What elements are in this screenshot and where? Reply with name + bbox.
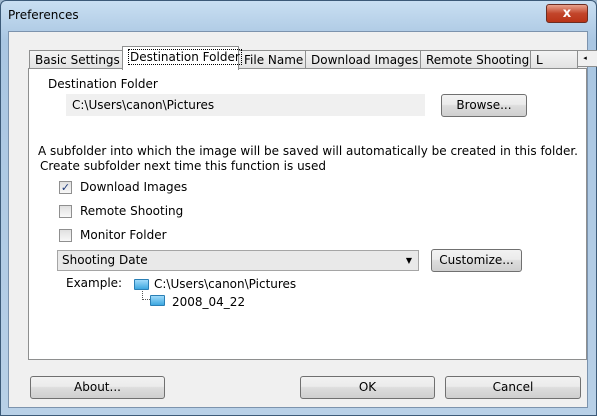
- monitor-folder-checkbox[interactable]: [59, 229, 72, 242]
- cancel-button[interactable]: Cancel: [445, 376, 581, 399]
- remote-shooting-label[interactable]: Remote Shooting: [80, 204, 183, 218]
- example-child-folder: 2008_04_22: [172, 295, 246, 309]
- tab-label: Basic Settings: [35, 53, 120, 67]
- tab-destination-folder[interactable]: Destination Folder: [122, 46, 242, 70]
- monitor-folder-label[interactable]: Monitor Folder: [80, 228, 167, 242]
- remote-shooting-checkbox[interactable]: [59, 205, 72, 218]
- subfolder-naming-select[interactable]: Shooting Date ▼: [57, 250, 419, 271]
- example-label: Example:: [66, 276, 123, 290]
- title-bar[interactable]: Preferences x: [1, 1, 596, 31]
- tab-label: File Name: [244, 53, 304, 67]
- dialog-client-area: Basic Settings Destination Folder File N…: [8, 31, 597, 408]
- chevron-down-icon: ▼: [405, 256, 412, 265]
- close-button[interactable]: x: [546, 4, 588, 23]
- tab-scroll-buttons: ◂▸: [577, 50, 597, 67]
- destination-path-field: C:\Users\canon\Pictures: [66, 94, 425, 116]
- example-parent-path: C:\Users\canon\Pictures: [154, 277, 297, 291]
- create-subfolder-label: Create subfolder next time this function…: [40, 159, 326, 173]
- close-icon: x: [562, 6, 572, 21]
- about-button[interactable]: About...: [30, 376, 165, 399]
- scroll-right-icon[interactable]: ▸: [592, 51, 597, 66]
- select-value: Shooting Date: [62, 253, 148, 267]
- tab-file-name[interactable]: File Name: [238, 50, 306, 69]
- browse-button[interactable]: Browse...: [441, 94, 527, 117]
- destination-folder-label: Destination Folder: [48, 77, 158, 91]
- scroll-left-icon[interactable]: ◂: [578, 51, 592, 66]
- ok-button[interactable]: OK: [300, 376, 435, 399]
- folder-icon: [134, 279, 149, 290]
- window-title: Preferences: [8, 8, 79, 22]
- download-images-label[interactable]: Download Images: [80, 180, 187, 194]
- folder-icon: [150, 295, 165, 306]
- tab-panel: Destination Folder C:\Users\canon\Pictur…: [28, 68, 587, 360]
- download-images-checkbox[interactable]: ✓: [59, 181, 72, 194]
- tab-remote-shooting[interactable]: Remote Shooting: [420, 50, 531, 69]
- tab-label: Remote Shooting: [426, 53, 530, 67]
- tab-download-images[interactable]: Download Images: [305, 50, 421, 69]
- tab-more[interactable]: L: [530, 50, 578, 69]
- tab-label: Download Images: [311, 53, 419, 67]
- tree-connector: [142, 291, 150, 300]
- preferences-window: Preferences x Basic Settings Destination…: [0, 0, 597, 416]
- subfolder-description: A subfolder into which the image will be…: [38, 144, 578, 158]
- tab-label: L: [536, 53, 543, 67]
- tab-basic-settings[interactable]: Basic Settings: [29, 50, 123, 69]
- tab-label: Destination Folder: [128, 49, 242, 65]
- customize-button[interactable]: Customize...: [431, 249, 522, 272]
